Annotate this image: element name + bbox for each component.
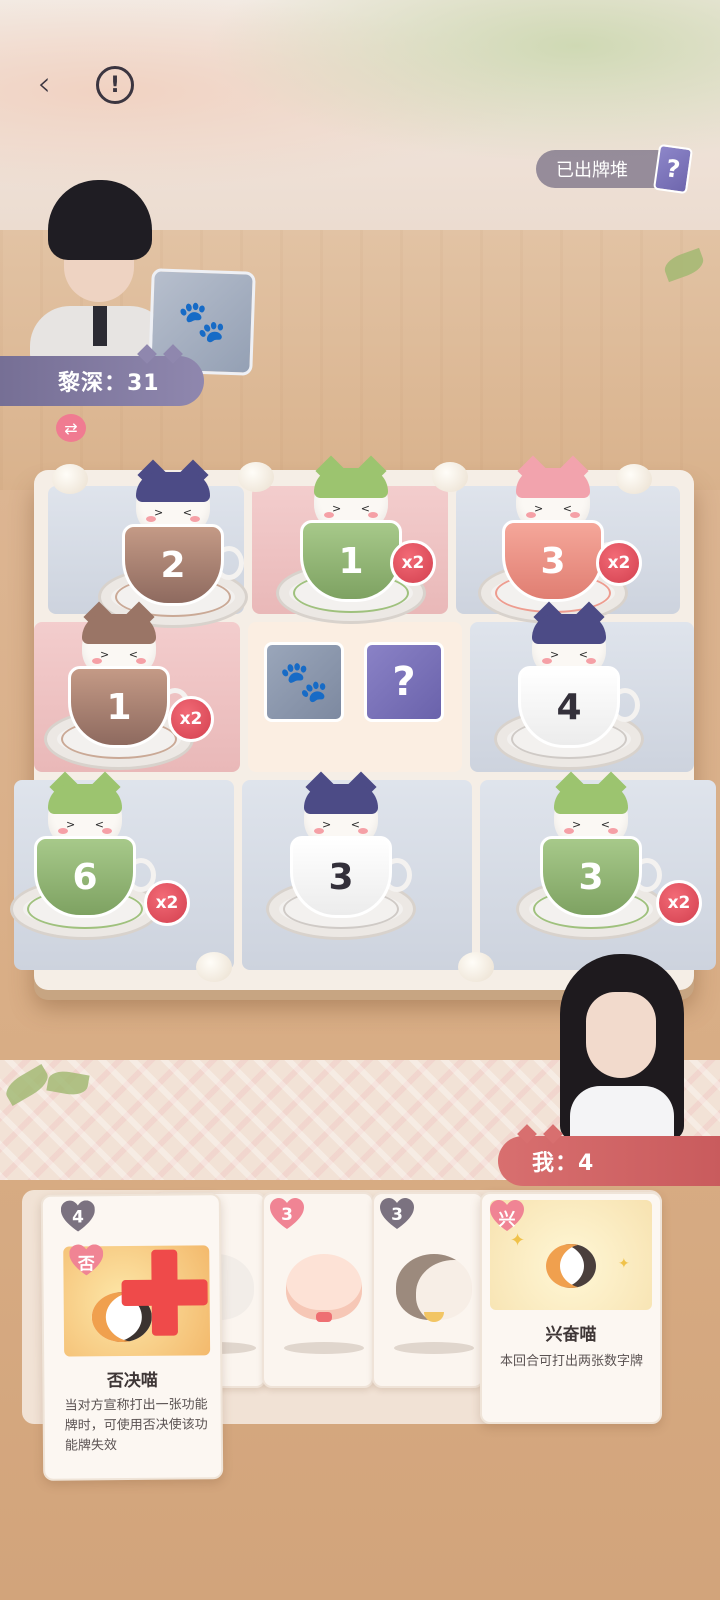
teacup-2[interactable]: > <1 [276,424,426,624]
player-avatar [540,952,700,1140]
card-title: 否决喵 [106,1370,158,1392]
heart-value-icon: 兴 [490,1200,524,1234]
chevron-left-icon: ‹ [37,64,51,104]
opponent-name-score: 黎深：31 [58,371,160,396]
cream-decoration [458,952,494,982]
card-title: 兴奋喵 [545,1325,597,1345]
multiplier-badge: x2 [390,540,436,586]
cup-number: 3 [290,836,392,918]
teacup-8[interactable]: > <3 [516,740,666,940]
heart-value-icon: 4 [61,1200,95,1234]
multiplier-badge: x2 [656,880,702,926]
cup-number: 3 [540,836,642,918]
question-card-icon: ? [652,143,694,195]
opponent-score-banner: 黎深：31 [0,344,204,406]
cream-decoration [52,464,88,494]
back-button[interactable]: ‹ [24,62,64,106]
teacup-7[interactable]: > <3 [266,740,416,940]
veto-tag-icon: 否 [69,1244,103,1278]
player-score-banner: 我：4 [498,1124,720,1186]
heart-value-icon: 3 [270,1198,304,1232]
card-description: 本回合可打出两张数字牌 [500,1354,644,1369]
cup-number: 1 [300,520,402,602]
cream-decoration [196,952,232,982]
discard-pile-button[interactable]: 已出牌堆 ? [536,143,694,195]
card-description: 当对方宣称打出一张功能牌时，可使用否决使该功能牌失效 [64,1397,208,1454]
discard-pile-label: 已出牌堆 [556,160,628,181]
paw-icon: 🐾 [279,659,329,705]
center-paw-card[interactable]: 🐾 [264,642,344,722]
hand-card[interactable]: 3 [372,1192,484,1388]
hand-card[interactable]: 3 [262,1192,374,1388]
hand-card-excited-cat[interactable]: ✦ ✦ 兴 兴奋喵 本回合可打出两张数字牌 [480,1192,662,1424]
swap-indicator-icon: ⇄ [56,414,86,442]
paw-icon: 🐾 [176,298,228,346]
heart-value-icon: 3 [380,1198,414,1232]
cup-number: 1 [68,666,170,748]
cup-number: 4 [518,666,620,748]
info-icon: ! [109,72,121,98]
question-mark-icon: ? [392,659,416,705]
multiplier-badge: x2 [168,696,214,742]
cup-number: 6 [34,836,136,918]
cross-icon [121,1249,208,1336]
rules-info-button[interactable]: ! [96,66,134,104]
teacup-6[interactable]: > <6 [10,740,160,940]
center-mystery-card[interactable]: ? [364,642,444,722]
cream-decoration [432,462,468,492]
player-name-score: 我：4 [532,1151,595,1176]
multiplier-badge: x2 [144,880,190,926]
hand-card-veto-cat[interactable]: 4 否 否决喵 当对方宣称打出一张功能牌时，可使用否决使该功能牌失效 [40,1193,224,1481]
